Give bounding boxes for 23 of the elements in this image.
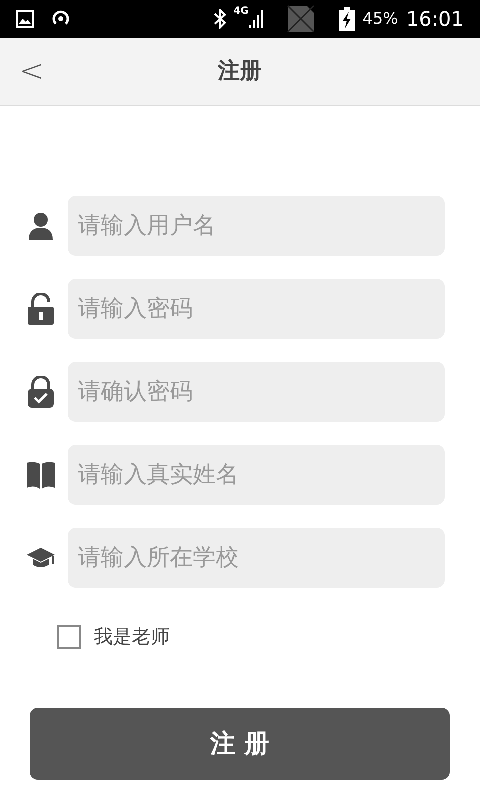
no-sim-icon — [286, 5, 315, 33]
battery-percent: 45% — [362, 8, 398, 30]
text-field[interactable]: 请输入真实姓名 — [68, 445, 445, 505]
text-field[interactable]: 请输入用户名 — [68, 196, 445, 256]
network-type: 4G — [234, 5, 249, 19]
unlocked-padlock-icon — [27, 293, 55, 325]
signal-icon — [248, 9, 263, 29]
bluetooth-icon — [214, 9, 226, 29]
image-icon — [16, 10, 34, 28]
clock: 16:01 — [406, 6, 464, 33]
padlock-check-icon — [27, 376, 55, 408]
book-icon — [26, 461, 56, 489]
person-icon — [28, 212, 54, 240]
charging-battery-icon — [338, 7, 355, 31]
checkbox-label: 我是老师 — [94, 625, 170, 650]
register-button[interactable]: 注 册 — [30, 708, 450, 780]
back-button[interactable]: < — [18, 52, 46, 92]
checkbox[interactable] — [57, 625, 81, 650]
text-field[interactable]: 请确认密码 — [68, 362, 445, 422]
text-field[interactable]: 请输入密码 — [68, 279, 445, 339]
graduation-cap-icon — [26, 547, 56, 569]
page-title: 注册 — [218, 58, 262, 86]
text-field[interactable]: 请输入所在学校 — [68, 528, 445, 588]
